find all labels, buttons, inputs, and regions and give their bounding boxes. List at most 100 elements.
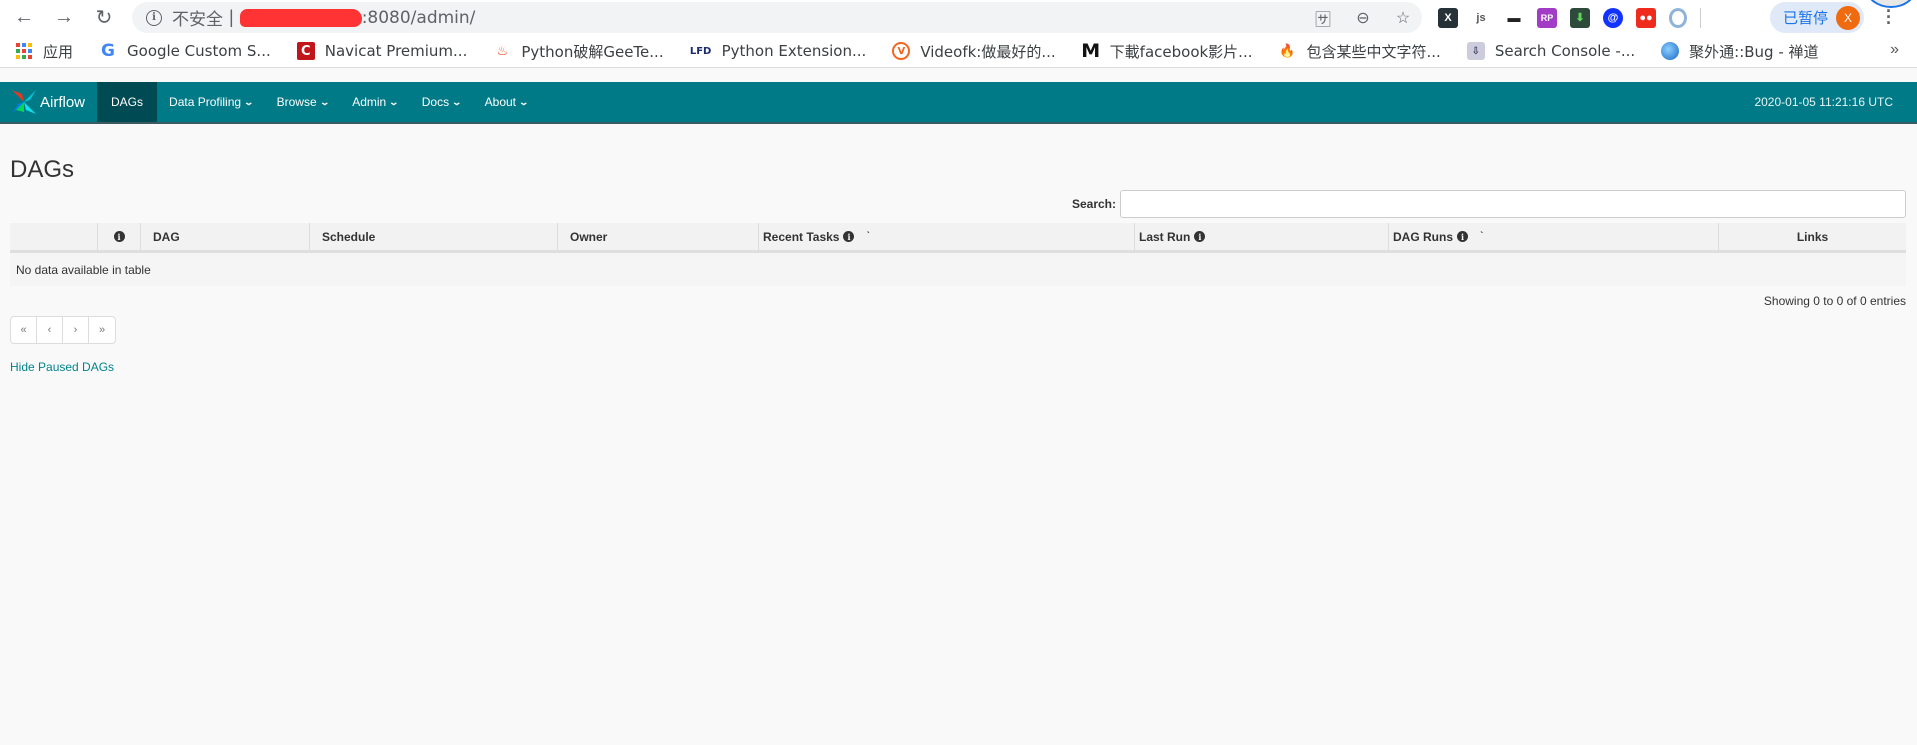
extension-mask-icon[interactable]: ▬ <box>1504 8 1524 28</box>
bookmark-item[interactable]: C Navicat Premium... <box>296 42 468 60</box>
prev-page-button[interactable]: ‹ <box>37 317 63 343</box>
server-clock: 2020-01-05 11:21:16 UTC <box>1754 95 1893 109</box>
column-header-schedule[interactable]: Schedule <box>310 223 558 250</box>
reload-icon: ↻ <box>95 7 113 29</box>
flame-icon: ♨ <box>496 43 509 59</box>
info-circle-icon[interactable]: i <box>1457 231 1468 242</box>
translate-icon[interactable]: 🈂 <box>1312 6 1334 30</box>
info-circle-icon[interactable]: i <box>1194 231 1206 242</box>
nav-admin[interactable]: Admin ⌄ <box>340 82 410 122</box>
bookmark-label: Navicat Premium... <box>324 42 468 60</box>
browser-toolbar: ← → ↻ i 不安全 | :8080/admin/ 🈂 ⊖ ☆ X js ▬ … <box>0 0 1917 35</box>
page-title: DAGs <box>10 156 75 183</box>
address-bar[interactable]: i 不安全 | :8080/admin/ 🈂 ⊖ ☆ <box>132 2 1422 33</box>
nav-label: Data Profiling <box>169 95 242 109</box>
profile-paused-button[interactable]: 已暂停 X <box>1770 2 1865 33</box>
info-icon[interactable]: i <box>146 9 162 26</box>
column-header-last-run[interactable]: Last Run i <box>1135 223 1389 250</box>
insecure-label: 不安全 <box>172 10 223 30</box>
nav-label: Browse <box>276 95 317 109</box>
arrow-right-icon: → <box>54 6 74 28</box>
bookmark-star-icon[interactable]: ☆ <box>1392 8 1414 28</box>
zoom-out-icon[interactable]: ⊖ <box>1352 8 1374 28</box>
extension-red-icon[interactable]: ●● <box>1636 7 1656 28</box>
column-header-owner[interactable]: Owner <box>558 223 759 250</box>
extension-js-icon[interactable]: js <box>1471 8 1491 28</box>
next-page-button[interactable]: › <box>63 317 89 343</box>
hide-paused-dags-link[interactable]: Hide Paused DAGs <box>10 360 1906 374</box>
bookmark-item[interactable]: ♨ Python破解GeeTe... <box>493 41 664 62</box>
nav-label: DAGs <box>111 95 144 109</box>
back-button[interactable]: ← <box>4 0 44 35</box>
nav-data-profiling[interactable]: Data Profiling ⌄ <box>157 82 265 122</box>
bookmark-label: Python Extension... <box>721 42 867 60</box>
videofk-icon: V <box>892 42 911 60</box>
airflow-navbar: Airflow DAGs Data Profiling ⌄ Browse ⌄ A… <box>0 82 1917 124</box>
reload-button[interactable]: ↻ <box>84 0 124 35</box>
column-header-dag[interactable]: DAG <box>141 223 310 250</box>
bookmark-label: 应用 <box>43 42 74 61</box>
bookmark-label: Search Console -... <box>1494 42 1636 60</box>
nav-docs[interactable]: Docs ⌄ <box>410 82 473 122</box>
arrow-left-icon: ← <box>14 6 34 28</box>
bookmark-label: 包含某些中文字符... <box>1306 42 1441 61</box>
pagination: « ‹ › » <box>10 316 116 344</box>
extensions-bar: X js ▬ RP ⬇ @ ●● <box>1438 0 1701 35</box>
nav-label: Docs <box>421 95 450 109</box>
search-console-icon: ⇩ <box>1466 42 1485 60</box>
column-header-info[interactable]: i <box>98 223 141 250</box>
forward-button[interactable]: → <box>44 0 84 35</box>
column-header-recent-tasks[interactable]: Recent Tasks i ˋ <box>759 223 1135 250</box>
chevron-down-icon: ⌄ <box>451 96 463 107</box>
last-page-button[interactable]: » <box>89 317 115 343</box>
redacted-host <box>239 8 362 27</box>
nav-label: Admin <box>352 95 387 109</box>
bookmark-item[interactable]: V Videofk:做最好的... <box>892 41 1056 62</box>
extension-rp-icon[interactable]: RP <box>1537 7 1557 28</box>
m-logo-icon: M <box>1081 40 1101 62</box>
bookmarks-overflow-button[interactable]: » <box>1890 41 1899 59</box>
bookmark-apps[interactable]: 应用 <box>15 41 73 62</box>
search-row: Search: <box>10 190 1906 218</box>
navicat-icon: C <box>296 42 315 60</box>
bookmark-label: 聚外通::Bug - 禅道 <box>1689 42 1819 61</box>
extension-ring-icon[interactable] <box>1669 7 1687 28</box>
bookmark-item[interactable]: M 下載facebook影片... <box>1081 40 1253 62</box>
bookmark-item[interactable]: ⇩ Search Console -... <box>1466 42 1636 60</box>
bookmark-item[interactable]: G Google Custom S... <box>99 41 271 61</box>
first-page-button[interactable]: « <box>11 317 37 343</box>
bookmark-label: Python破解GeeTe... <box>521 42 664 61</box>
column-header-toggle[interactable] <box>10 223 98 250</box>
bookmark-label: 下載facebook影片... <box>1109 42 1253 61</box>
info-circle-icon[interactable]: i <box>843 231 855 242</box>
column-header-links[interactable]: Links <box>1719 223 1906 250</box>
sort-indicator-icon: ˋ <box>866 231 870 242</box>
chevron-down-icon: ⌄ <box>319 96 330 107</box>
extension-download-icon[interactable]: ⬇ <box>1570 7 1590 28</box>
brand-link[interactable]: Airflow <box>0 82 97 122</box>
chevron-down-icon: ⌄ <box>518 96 530 107</box>
extension-at-icon[interactable]: @ <box>1603 7 1623 28</box>
lfd-icon: LFD <box>689 45 712 57</box>
bookmark-item[interactable]: 聚外通::Bug - 禅道 <box>1661 41 1819 62</box>
bookmark-item[interactable]: 🔥 包含某些中文字符... <box>1279 41 1441 62</box>
menu-kebab-icon[interactable]: · · · <box>1886 2 1892 32</box>
main-content: DAGs Search: i DAG Schedule Owner Recent… <box>10 126 1906 374</box>
table-info: Showing 0 to 0 of 0 entries <box>10 294 1906 308</box>
fire-icon: 🔥 <box>1279 43 1296 59</box>
search-label: Search: <box>1071 197 1116 211</box>
bookmark-label: Google Custom S... <box>127 42 271 60</box>
avatar: X <box>1836 5 1861 30</box>
sort-indicator-icon: ˋ <box>1480 231 1484 242</box>
bookmarks-bar: 应用 G Google Custom S... C Navicat Premiu… <box>0 35 1917 68</box>
globe-icon <box>1661 42 1680 60</box>
nav-browse[interactable]: Browse ⌄ <box>265 82 341 122</box>
paused-label: 已暂停 <box>1783 9 1829 27</box>
chevron-down-icon: ⌄ <box>388 96 400 107</box>
nav-dags[interactable]: DAGs <box>97 82 158 122</box>
bookmark-item[interactable]: LFD Python Extension... <box>689 42 867 60</box>
extension-x-icon[interactable]: X <box>1438 7 1458 28</box>
column-header-dag-runs[interactable]: DAG Runs i ˋ <box>1389 223 1719 250</box>
nav-about[interactable]: About ⌄ <box>473 82 540 122</box>
search-input[interactable] <box>1120 190 1906 218</box>
